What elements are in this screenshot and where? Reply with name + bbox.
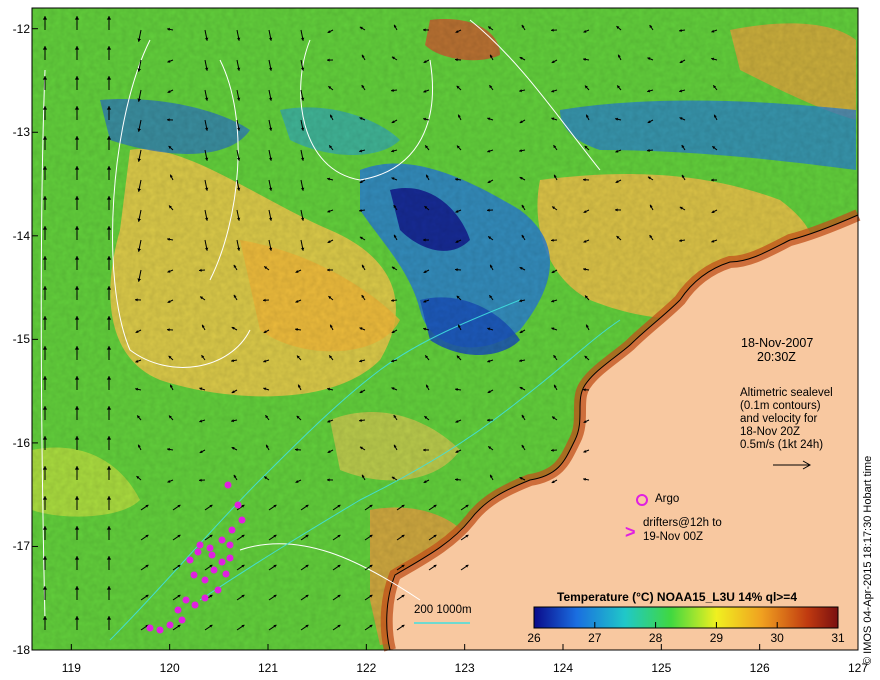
drifter-point xyxy=(166,621,174,629)
drifter-point xyxy=(178,616,186,624)
drifter-point xyxy=(201,576,209,584)
lat-tick-label: -13 xyxy=(12,125,30,140)
time-label: 20:30Z xyxy=(757,350,796,364)
drifter-point xyxy=(206,544,214,552)
lon-tick-label: 119 xyxy=(61,661,81,675)
altimetry-line: 0.5m/s (1kt 24h) xyxy=(740,439,824,451)
drifter-point xyxy=(228,526,236,534)
drifter-point xyxy=(156,626,164,634)
altimetry-line: and velocity for xyxy=(740,413,818,425)
argo-label: Argo xyxy=(655,493,680,505)
altimetry-description: Altimetric sealevel (0.1m contours) and ve… xyxy=(740,387,833,452)
colorbar-tick-label: 28 xyxy=(648,631,663,645)
drifter-point xyxy=(182,596,190,604)
lat-tick-label: -16 xyxy=(12,435,30,450)
drifter-point xyxy=(218,536,226,544)
drifter-point xyxy=(190,571,198,579)
lon-tick-label: 125 xyxy=(651,661,672,675)
colorbar-tick-label: 29 xyxy=(709,631,724,645)
drifter-point xyxy=(226,541,234,549)
drifter-point xyxy=(146,624,154,632)
lon-tick-label: 120 xyxy=(159,661,180,675)
lat-tick-label: -14 xyxy=(12,228,30,243)
altimetry-line: Altimetric sealevel xyxy=(740,387,833,399)
colorbar xyxy=(533,606,839,629)
bathy-legend-label: 200 1000m xyxy=(414,604,472,616)
drifter-point xyxy=(226,554,234,562)
colorbar-tick-label: 27 xyxy=(588,631,602,645)
date-label: 18-Nov-2007 xyxy=(741,336,814,350)
drifter-point xyxy=(222,570,230,578)
drifter-point xyxy=(214,586,222,594)
drifter-point xyxy=(191,601,199,609)
colorbar-tick-label: 26 xyxy=(527,631,541,645)
drifters-label-2: 19-Nov 00Z xyxy=(643,531,704,543)
colorbar-tick-label: 30 xyxy=(770,631,784,645)
lat-tick-label: -17 xyxy=(12,539,30,554)
lat-tick-label: -18 xyxy=(12,643,30,657)
colorbar-tick-label: 31 xyxy=(831,631,845,645)
lon-tick-label: 123 xyxy=(454,661,475,675)
drifter-point xyxy=(201,594,209,602)
lat-tick-label: -12 xyxy=(12,21,30,36)
drifter-point xyxy=(218,558,226,566)
colorbar-title: Temperature (°C) NOAA15_L3U 14% ql>=4 xyxy=(557,590,797,604)
drifter-point xyxy=(210,566,218,574)
drifter-point xyxy=(224,481,232,489)
lon-tick-label: 124 xyxy=(552,661,574,675)
lon-tick-label: 121 xyxy=(257,661,279,675)
credit-text: © IMOS 04-Apr-2015 18:17:30 Hobart time xyxy=(862,455,874,665)
lat-tick-label: -15 xyxy=(12,332,30,347)
lon-tick-label: 126 xyxy=(749,661,770,675)
drifter-marker: > xyxy=(625,522,636,542)
sst-map-figure: > -12 -13 -14 -15 -16 -17 -18 119 120 121 122 123 1… xyxy=(0,0,880,680)
altimetry-line: 18-Nov 20Z xyxy=(740,426,801,438)
drifter-point xyxy=(238,516,246,524)
drifter-point xyxy=(196,541,204,549)
drifter-point xyxy=(208,551,216,559)
drifter-point xyxy=(234,501,242,509)
drifter-point xyxy=(174,606,182,614)
lon-tick-label: 122 xyxy=(356,661,377,675)
drifters-label-1: drifters@12h to xyxy=(643,517,722,529)
drifter-point xyxy=(194,548,202,556)
drifter-point xyxy=(186,556,194,564)
altimetry-line: (0.1m contours) xyxy=(740,400,821,412)
